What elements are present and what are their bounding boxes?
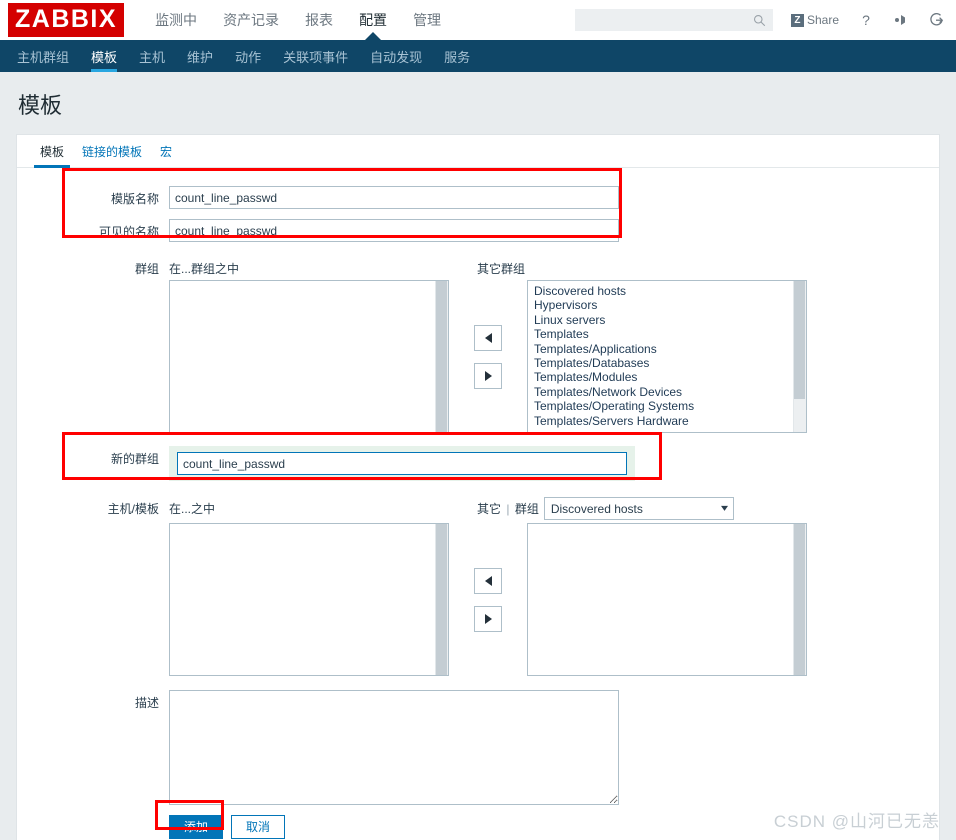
description-label: 描述 <box>134 696 159 710</box>
description-textarea[interactable] <box>169 690 619 805</box>
form-actions: 添加 取消 <box>169 815 286 839</box>
cancel-button[interactable]: 取消 <box>231 815 286 839</box>
groups-in-label: 在...群组之中 <box>169 262 240 276</box>
host-templates-in-listbox[interactable] <box>169 523 449 676</box>
arrow-right-icon <box>484 370 492 381</box>
groups-label: 群组 <box>134 262 159 276</box>
sign-out-icon[interactable] <box>928 11 944 29</box>
header-actions: Z Share ? <box>574 9 956 31</box>
share-button[interactable]: Z Share <box>790 13 839 27</box>
user-profile-icon[interactable] <box>893 11 909 29</box>
list-item[interactable]: Templates/Operating Systems <box>531 399 806 413</box>
list-item[interactable]: Templates <box>531 327 806 341</box>
visible-name-input[interactable] <box>169 219 619 242</box>
new-group-label: 新的群组 <box>110 452 159 466</box>
groups-transfer-buttons <box>449 280 527 433</box>
host-templates-move-left-button[interactable] <box>474 567 502 594</box>
template-form-card: 模板 链接的模板 宏 模版名称 可见的名称 群组 在...群组之中 其它群组 <box>16 134 940 840</box>
list-item[interactable]: Linux servers <box>531 313 806 327</box>
subnav-item-hosts[interactable]: 主机 <box>128 40 176 72</box>
subnav-item-correlation[interactable]: 关联项事件 <box>272 40 359 72</box>
visible-name-label: 可见的名称 <box>98 225 159 239</box>
host-templates-move-right-button[interactable] <box>474 605 502 632</box>
add-button[interactable]: 添加 <box>169 815 224 839</box>
host-templates-multiselect <box>17 523 939 676</box>
main-nav-item-configuration[interactable]: 配置 <box>346 0 400 40</box>
groups-other-scrollbar[interactable] <box>793 281 806 432</box>
page-title: 模板 <box>18 93 63 118</box>
list-item[interactable]: Discovered hosts <box>531 284 806 298</box>
list-item[interactable]: Templates/Servers Hardware <box>531 414 806 428</box>
host-templates-header: 主机/模板 在...之中 其它 | 群组 Discovered hosts ▾ <box>17 497 939 520</box>
user-profile-glyph <box>895 15 905 25</box>
subnav-item-services[interactable]: 服务 <box>433 40 481 72</box>
chevron-down-icon: ▾ <box>720 503 728 514</box>
form-tabs: 模板 链接的模板 宏 <box>17 135 939 168</box>
groups-header: 群组 在...群组之中 其它群组 <box>17 260 939 277</box>
arrow-left-icon <box>484 575 492 586</box>
list-item[interactable]: Templates/Modules <box>531 370 806 384</box>
tab-template[interactable]: 模板 <box>31 135 73 168</box>
host-templates-in-label: 在...之中 <box>169 502 216 516</box>
subnav-item-discovery[interactable]: 自动发现 <box>359 40 433 72</box>
help-icon[interactable]: ? <box>858 11 874 29</box>
search-icon <box>753 14 766 26</box>
subnav-item-actions[interactable]: 动作 <box>224 40 272 72</box>
zabbix-logo[interactable]: ZABBIX <box>8 3 125 37</box>
row-new-group: 新的群组 <box>17 446 939 481</box>
host-templates-in-scrollbar[interactable] <box>435 524 448 675</box>
sign-out-glyph <box>930 13 944 26</box>
host-templates-transfer-buttons <box>449 523 527 676</box>
main-nav-item-monitoring[interactable]: 监测中 <box>142 0 210 40</box>
groups-move-left-button[interactable] <box>474 324 502 351</box>
list-item[interactable]: Templates/Network Devices <box>531 385 806 399</box>
groups-other-listbox[interactable]: Discovered hosts Hypervisors Linux serve… <box>527 280 807 433</box>
arrow-right-icon <box>484 613 492 624</box>
groups-in-listbox[interactable] <box>169 280 449 433</box>
row-template-name: 模版名称 <box>17 186 939 209</box>
arrow-left-icon <box>484 332 492 343</box>
watermark: CSDN @山河已无恙 <box>773 812 940 831</box>
top-header: ZABBIX 监测中 资产记录 报表 配置 管理 Z Share ? <box>0 0 956 40</box>
global-search[interactable] <box>574 9 773 31</box>
subnav-item-templates[interactable]: 模板 <box>80 40 128 72</box>
new-group-field-wrap <box>169 446 635 481</box>
main-nav-item-administration[interactable]: 管理 <box>400 0 454 40</box>
tab-macros[interactable]: 宏 <box>151 135 181 167</box>
main-navigation: 监测中 资产记录 报表 配置 管理 <box>142 0 454 40</box>
host-templates-other-label-right: 群组 <box>514 502 539 516</box>
row-description: 描述 <box>17 690 939 805</box>
form-actions-spacer <box>17 815 169 819</box>
main-nav-item-reports[interactable]: 报表 <box>292 0 346 40</box>
row-visible-name: 可见的名称 <box>17 219 939 242</box>
host-templates-group-select-value: Discovered hosts <box>550 501 643 516</box>
list-item[interactable]: Hypervisors <box>531 298 806 312</box>
share-label: Share <box>806 13 839 27</box>
template-form: 模版名称 可见的名称 群组 在...群组之中 其它群组 <box>17 168 939 839</box>
template-name-input[interactable] <box>169 186 619 209</box>
host-templates-other-label: 其它 | 群组 <box>477 500 539 517</box>
template-name-label: 模版名称 <box>110 192 159 206</box>
groups-in-scrollbar[interactable] <box>435 281 448 432</box>
tab-linked-templates[interactable]: 链接的模板 <box>73 135 151 167</box>
subnav-item-maintenance[interactable]: 维护 <box>176 40 224 72</box>
list-item[interactable]: Templates/Applications <box>531 342 806 356</box>
host-templates-other-listbox[interactable] <box>527 523 807 676</box>
list-item[interactable]: Templates/Databases <box>531 356 806 370</box>
groups-multiselect: Discovered hosts Hypervisors Linux serve… <box>17 280 939 433</box>
subnav-item-host-groups[interactable]: 主机群组 <box>6 40 80 72</box>
groups-other-label: 其它群组 <box>477 262 526 276</box>
share-icon: Z <box>790 13 804 27</box>
host-templates-label: 主机/模板 <box>107 502 159 516</box>
search-input[interactable] <box>581 12 753 28</box>
host-templates-other-label-separator: | <box>506 502 510 516</box>
main-nav-item-inventory[interactable]: 资产记录 <box>210 0 292 40</box>
groups-move-right-button[interactable] <box>474 362 502 389</box>
host-templates-group-select[interactable]: Discovered hosts ▾ <box>543 497 734 520</box>
secondary-navigation: 主机群组 模板 主机 维护 动作 关联项事件 自动发现 服务 <box>0 40 956 72</box>
host-templates-other-label-left: 其它 <box>477 502 502 516</box>
new-group-input[interactable] <box>177 452 627 475</box>
host-templates-other-scrollbar[interactable] <box>793 524 806 675</box>
